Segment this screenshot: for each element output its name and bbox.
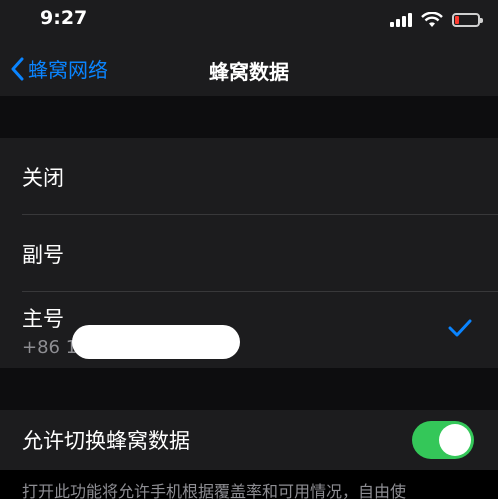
section-spacer: [0, 368, 498, 410]
section-spacer: [0, 96, 498, 138]
navigation-bar: 蜂窝网络 蜂窝数据: [0, 40, 498, 96]
wifi-icon: [421, 12, 443, 27]
battery-level-fill: [455, 16, 460, 24]
option-secondary-label: 副号: [22, 242, 64, 267]
checkmark-icon: [448, 319, 472, 337]
page-title: 蜂窝数据: [209, 60, 289, 84]
allow-switch-data-label: 允许切换蜂窝数据: [22, 429, 190, 453]
cellular-signal-icon: [390, 13, 412, 27]
footer-description: 打开此功能将允许手机根据覆盖率和可用情况，自由使: [22, 482, 407, 499]
status-icons: [390, 10, 483, 30]
status-bar: 9:27: [0, 0, 498, 40]
option-secondary[interactable]: 副号: [0, 215, 498, 292]
redaction-mask: [72, 325, 240, 359]
option-primary[interactable]: 主号 +86 1: [0, 292, 498, 368]
option-off[interactable]: 关闭: [0, 138, 498, 215]
status-time: 9:27: [40, 7, 88, 29]
allow-switch-data-row: 允许切换蜂窝数据: [0, 410, 498, 470]
battery-icon: [452, 13, 483, 27]
allow-switch-data-toggle[interactable]: [412, 421, 474, 459]
toggle-knob: [439, 424, 471, 456]
option-primary-label: 主号: [22, 306, 64, 331]
option-off-label: 关闭: [22, 165, 64, 190]
option-primary-number: +86 1: [22, 336, 78, 358]
